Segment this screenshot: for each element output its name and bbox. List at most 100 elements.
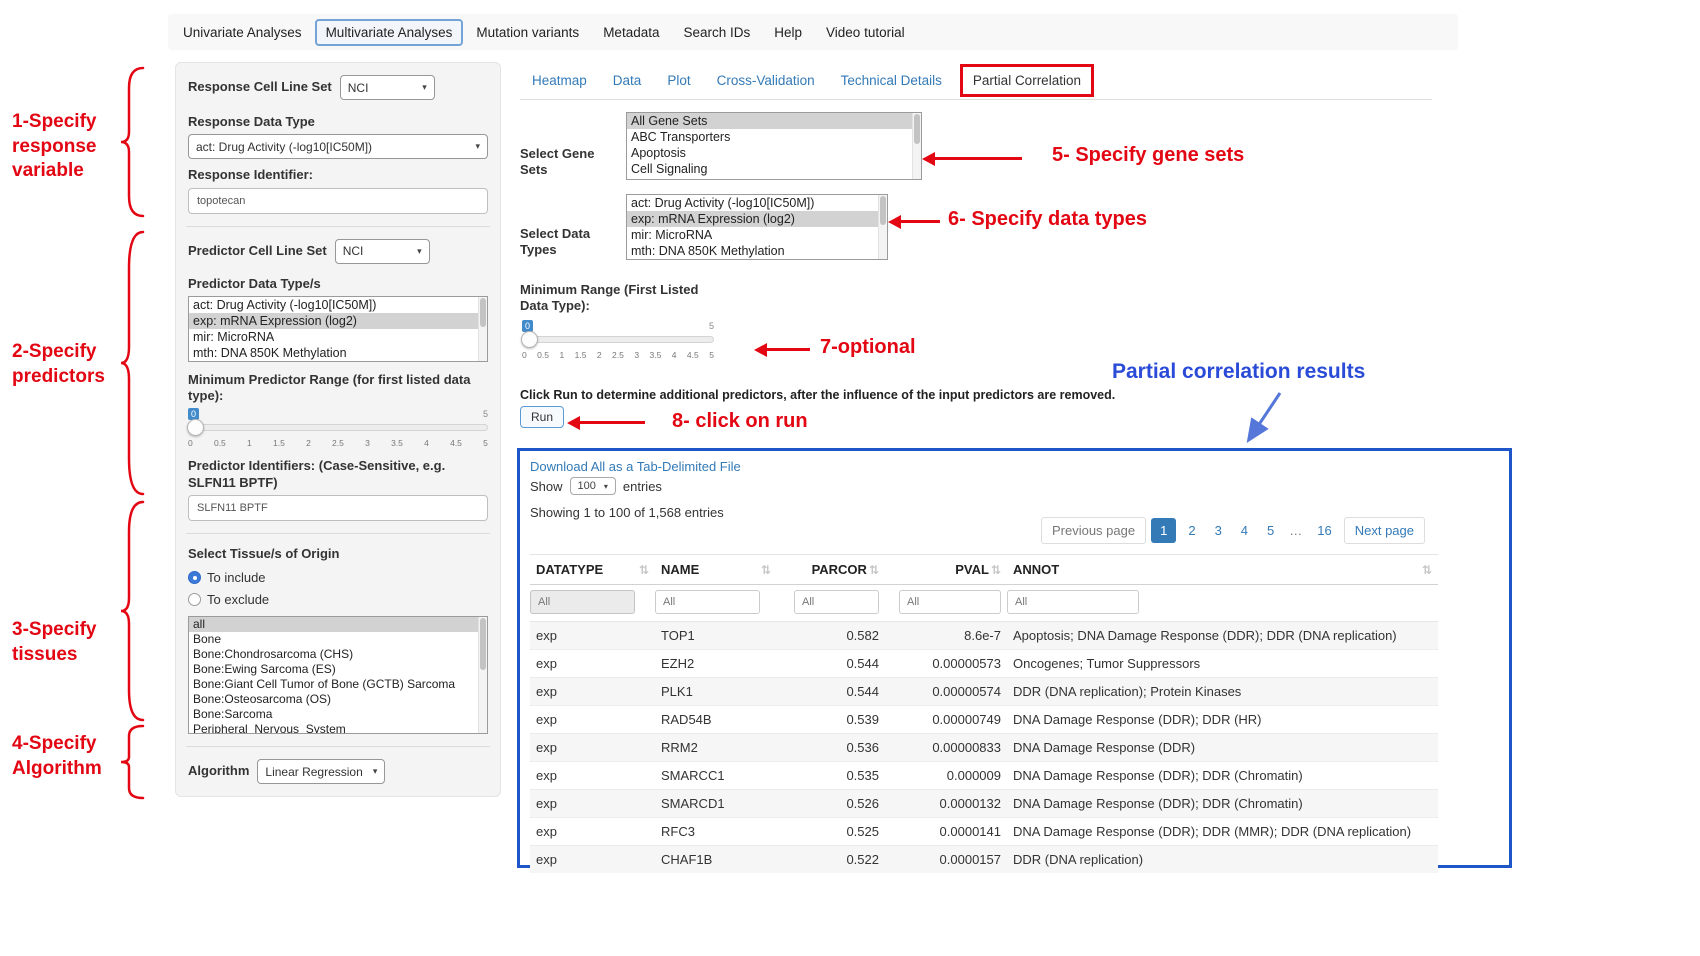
tab-data[interactable]: Data (601, 66, 654, 95)
listbox-option[interactable]: Bone:Sarcoma (189, 707, 487, 722)
page-button-4[interactable]: 4 (1234, 518, 1255, 543)
slider-handle[interactable] (187, 419, 204, 436)
column-header-annot[interactable]: ANNOT⇅ (1007, 555, 1438, 585)
predictor-identifiers-label: Predictor Identifiers: (Case-Sensitive, … (188, 458, 488, 491)
response-identifier-label: Response Identifier: (188, 167, 488, 183)
scrollbar[interactable] (478, 297, 487, 361)
page-button-1[interactable]: 1 (1151, 518, 1176, 543)
slider-handle[interactable] (521, 331, 538, 348)
filter-input-pval[interactable] (899, 590, 1001, 614)
listbox-option[interactable]: Apoptosis (627, 145, 921, 161)
page-button-3[interactable]: 3 (1208, 518, 1229, 543)
page-button-2[interactable]: 2 (1181, 518, 1202, 543)
data-types-listbox[interactable]: act: Drug Activity (-log10[IC50M]) exp: … (626, 194, 888, 260)
cell-parcor: 0.535 (777, 762, 885, 790)
scrollbar[interactable] (878, 195, 887, 259)
scrollbar-thumb[interactable] (480, 298, 486, 327)
tab-partial-correlation[interactable]: Partial Correlation (963, 67, 1091, 94)
cell-name: RRM2 (655, 734, 777, 762)
table-row[interactable]: expCHAF1B0.5220.0000157DDR (DNA replicat… (530, 846, 1438, 874)
listbox-option[interactable]: mth: DNA 850K Methylation (627, 243, 887, 259)
table-row[interactable]: expRRM20.5360.00000833DNA Damage Respons… (530, 734, 1438, 762)
predictor-range-slider[interactable]: 0 5 00.511.522.533.544.55 (188, 408, 488, 450)
listbox-option-selected[interactable]: All Gene Sets (627, 113, 921, 129)
listbox-option[interactable]: Bone:Chondrosarcoma (CHS) (189, 647, 487, 662)
listbox-option[interactable]: act: Drug Activity (-log10[IC50M]) (189, 297, 487, 313)
run-button[interactable]: Run (520, 406, 564, 428)
radio-to-exclude[interactable]: To exclude (188, 590, 488, 608)
nav-item-metadata[interactable]: Metadata (592, 19, 670, 46)
listbox-option[interactable]: act: Drug Activity (-log10[IC50M]) (627, 195, 887, 211)
page-button-16[interactable]: 16 (1310, 518, 1338, 543)
algorithm-select[interactable]: Linear Regression ▾ (257, 759, 385, 784)
table-row[interactable]: expRAD54B0.5390.00000749DNA Damage Respo… (530, 706, 1438, 734)
tissue-listbox[interactable]: all Bone Bone:Chondrosarcoma (CHS) Bone:… (188, 616, 488, 734)
listbox-option[interactable]: mir: MicroRNA (189, 329, 487, 345)
listbox-option[interactable]: mth: DNA 850K Methylation (189, 345, 487, 361)
nav-item-help[interactable]: Help (763, 19, 813, 46)
download-link[interactable]: Download All as a Tab-Delimited File (530, 459, 741, 474)
tab-plot[interactable]: Plot (655, 66, 702, 95)
listbox-option-selected[interactable]: exp: mRNA Expression (log2) (189, 313, 487, 329)
listbox-option[interactable]: Bone (189, 632, 487, 647)
page-button-5[interactable]: 5 (1260, 518, 1281, 543)
cell-parcor: 0.544 (777, 650, 885, 678)
nav-item-search-ids[interactable]: Search IDs (672, 19, 761, 46)
filter-input-datatype[interactable] (530, 590, 635, 614)
listbox-option[interactable]: Bone:Osteosarcoma (OS) (189, 692, 487, 707)
table-row[interactable]: expTOP10.5828.6e-7Apoptosis; DNA Damage … (530, 622, 1438, 650)
slider-track[interactable] (188, 424, 488, 431)
filter-input-name[interactable] (655, 590, 760, 614)
tab-cross-validation[interactable]: Cross-Validation (705, 66, 827, 95)
scrollbar-thumb[interactable] (880, 196, 886, 225)
predictor-data-types-listbox[interactable]: act: Drug Activity (-log10[IC50M]) exp: … (188, 296, 488, 362)
scrollbar[interactable] (912, 113, 921, 179)
tab-technical-details[interactable]: Technical Details (829, 66, 954, 95)
listbox-option[interactable]: mir: MicroRNA (627, 227, 887, 243)
gene-sets-listbox[interactable]: All Gene Sets ABC Transporters Apoptosis… (626, 112, 922, 180)
filter-input-annot[interactable] (1007, 590, 1139, 614)
slider-track[interactable] (522, 336, 714, 343)
page-next-button[interactable]: Next page (1344, 517, 1425, 544)
listbox-option-selected[interactable]: exp: mRNA Expression (log2) (627, 211, 887, 227)
listbox-option[interactable]: Cell Signaling (627, 161, 921, 177)
show-entries-select[interactable]: 100 ▾ (570, 477, 616, 495)
column-header-parcor[interactable]: PARCOR⇅ (777, 555, 885, 585)
table-row[interactable]: expSMARCD10.5260.0000132DNA Damage Respo… (530, 790, 1438, 818)
filter-input-parcor[interactable] (794, 590, 879, 614)
listbox-option[interactable]: Bone:Giant Cell Tumor of Bone (GCTB) Sar… (189, 677, 487, 692)
min-range-slider[interactable]: 0 5 00.511.522.533.544.55 (522, 320, 714, 362)
predictor-identifiers-input[interactable] (188, 495, 488, 521)
column-header-name[interactable]: NAME⇅ (655, 555, 777, 585)
response-identifier-input[interactable] (188, 188, 488, 214)
response-data-type-select[interactable]: act: Drug Activity (-log10[IC50M]) ▾ (188, 134, 488, 159)
table-row[interactable]: expSMARCC10.5350.000009DNA Damage Respon… (530, 762, 1438, 790)
radio-to-include[interactable]: To include (188, 568, 488, 586)
tab-heatmap[interactable]: Heatmap (520, 66, 599, 95)
slider-max-label: 5 (709, 321, 714, 331)
table-row[interactable]: expRFC30.5250.0000141DNA Damage Response… (530, 818, 1438, 846)
response-cell-line-set-select[interactable]: NCI ▾ (340, 75, 435, 100)
slider-tick-labels: 00.511.522.533.544.55 (188, 438, 488, 448)
column-header-pval[interactable]: PVAL⇅ (885, 555, 1007, 585)
table-row[interactable]: expPLK10.5440.00000574DDR (DNA replicati… (530, 678, 1438, 706)
listbox-option[interactable]: Peripheral_Nervous_System (189, 722, 487, 734)
table-row[interactable]: expEZH20.5440.00000573Oncogenes; Tumor S… (530, 650, 1438, 678)
predictor-cell-line-set-select[interactable]: NCI ▾ (335, 239, 430, 264)
listbox-option[interactable]: Bone:Ewing Sarcoma (ES) (189, 662, 487, 677)
nav-item-univariate-analyses[interactable]: Univariate Analyses (172, 19, 313, 46)
sort-icon: ⇅ (991, 563, 1001, 577)
scrollbar[interactable] (478, 617, 487, 733)
cell-datatype: exp (530, 734, 655, 762)
cell-annot: DNA Damage Response (DDR); DDR (Chromati… (1007, 790, 1438, 818)
nav-item-mutation-variants[interactable]: Mutation variants (465, 19, 590, 46)
page-previous-button[interactable]: Previous page (1041, 517, 1146, 544)
sort-icon: ⇅ (1422, 563, 1432, 577)
listbox-option-selected[interactable]: all (189, 617, 487, 632)
nav-item-video-tutorial[interactable]: Video tutorial (815, 19, 916, 46)
scrollbar-thumb[interactable] (914, 114, 920, 144)
nav-item-multivariate-analyses[interactable]: Multivariate Analyses (315, 19, 464, 46)
listbox-option[interactable]: ABC Transporters (627, 129, 921, 145)
column-header-datatype[interactable]: DATATYPE⇅ (530, 555, 655, 585)
scrollbar-thumb[interactable] (480, 618, 486, 670)
